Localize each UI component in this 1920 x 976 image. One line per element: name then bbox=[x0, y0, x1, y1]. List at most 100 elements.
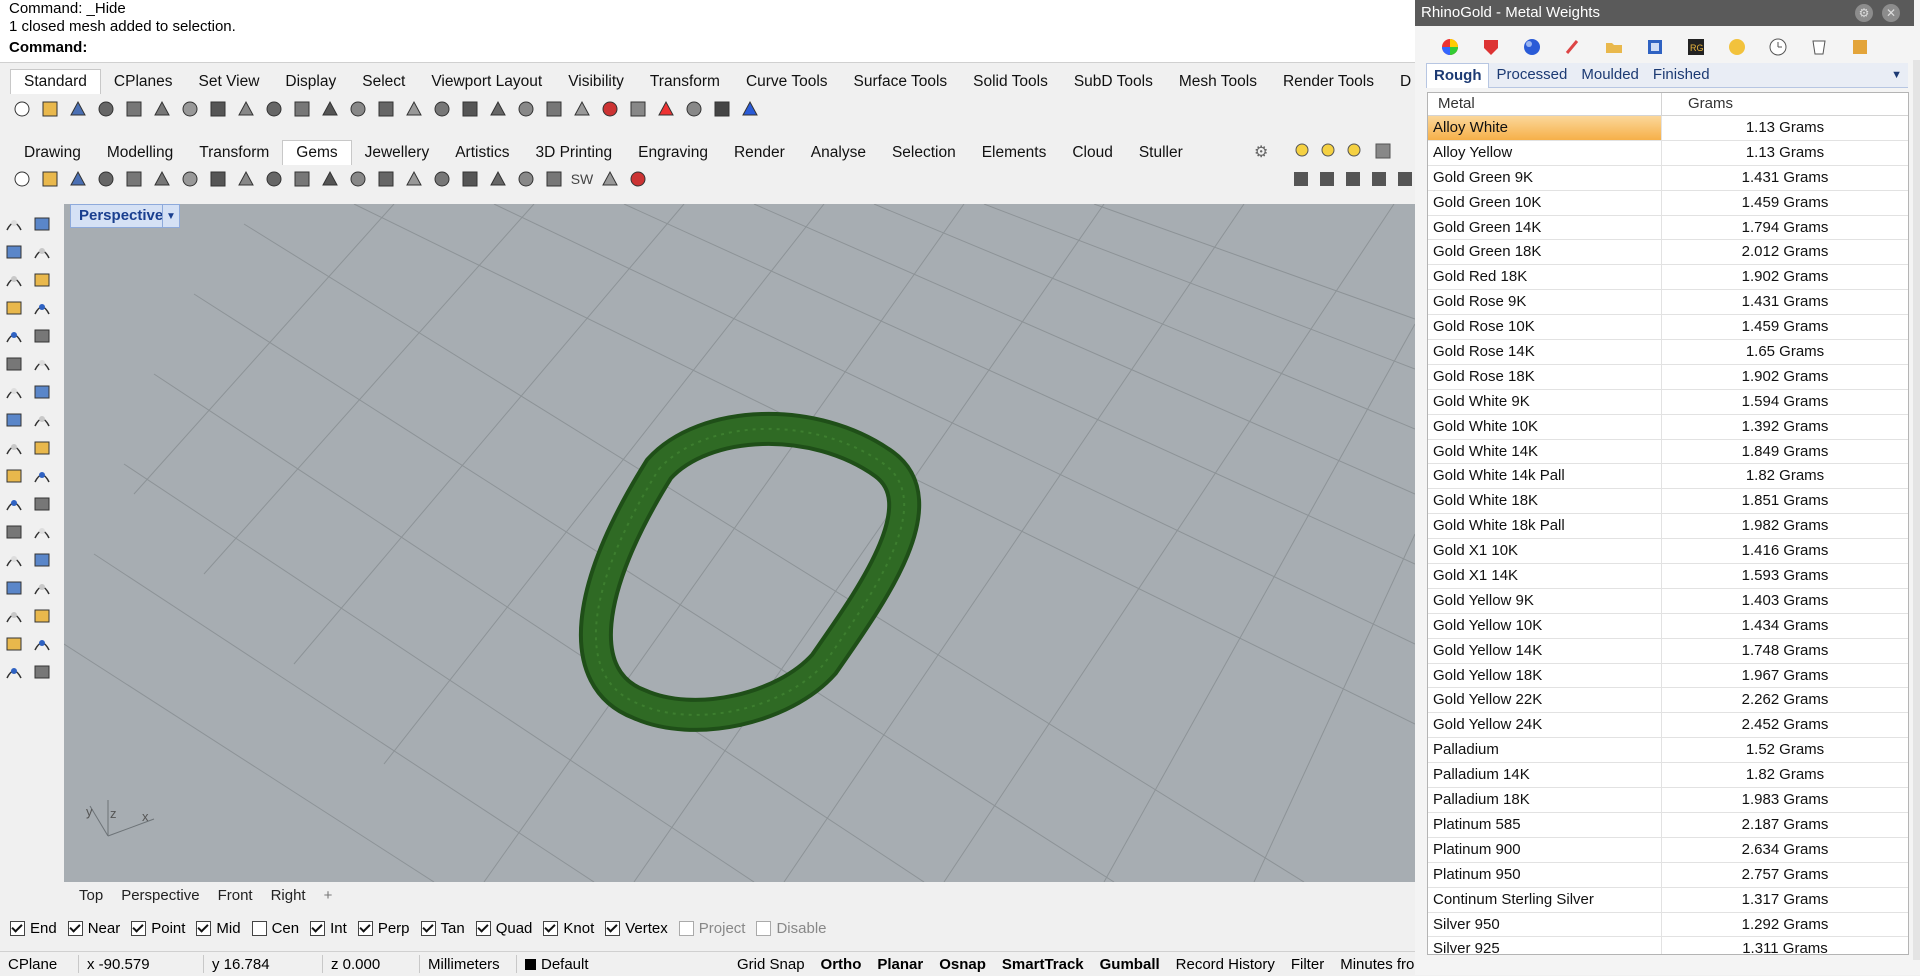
document-icon[interactable] bbox=[1634, 34, 1675, 60]
left-tool-icon-30[interactable] bbox=[0, 630, 28, 658]
sphere-icon[interactable] bbox=[1511, 34, 1552, 60]
standard-toolbar-icon-1[interactable] bbox=[36, 95, 64, 123]
standard-toolbar-icon-24[interactable] bbox=[680, 95, 708, 123]
toolbar-tab-2[interactable]: Set View bbox=[186, 70, 273, 94]
viewport-title[interactable]: Perspective bbox=[70, 204, 173, 228]
left-tool-icon-8[interactable] bbox=[0, 322, 28, 350]
table-row[interactable]: Gold Green 10K 1.459 Grams bbox=[1428, 190, 1908, 216]
standard-toolbar-icon-8[interactable] bbox=[232, 95, 260, 123]
left-tool-icon-1[interactable] bbox=[28, 210, 56, 238]
table-row[interactable]: Palladium 14K 1.82 Grams bbox=[1428, 763, 1908, 789]
plugin-toolbar-icon-10[interactable] bbox=[288, 165, 316, 193]
standard-toolbar-icon-19[interactable] bbox=[540, 95, 568, 123]
table-row[interactable]: Gold Green 9K 1.431 Grams bbox=[1428, 165, 1908, 191]
left-tool-icon-32[interactable] bbox=[0, 658, 28, 686]
toolbar-tab-5[interactable]: Viewport Layout bbox=[418, 70, 555, 94]
left-tool-icon-7[interactable] bbox=[28, 294, 56, 322]
left-tool-icon-24[interactable] bbox=[0, 546, 28, 574]
table-row[interactable]: Gold Green 18K 2.012 Grams bbox=[1428, 240, 1908, 266]
osnap-checkbox[interactable] bbox=[357, 921, 373, 936]
table-row[interactable]: Gold White 14K 1.849 Grams bbox=[1428, 439, 1908, 465]
table-row[interactable]: Gold Rose 9K 1.431 Grams bbox=[1428, 290, 1908, 316]
table-row[interactable]: Gold Yellow 9K 1.403 Grams bbox=[1428, 588, 1908, 614]
plugin-settings-gear-icon[interactable]: ⚙ bbox=[1254, 142, 1268, 162]
plugin-tab-9[interactable]: Analyse bbox=[798, 141, 879, 165]
layer-selector[interactable]: Default bbox=[517, 956, 729, 973]
column-header-grams[interactable]: Grams bbox=[1662, 93, 1908, 115]
table-row[interactable]: Gold X1 14K 1.593 Grams bbox=[1428, 564, 1908, 589]
units-label[interactable]: Millimeters bbox=[420, 956, 516, 973]
plugin-toolbar-icon-8[interactable] bbox=[232, 165, 260, 193]
toolbar-tab-0[interactable]: Standard bbox=[10, 69, 101, 94]
viewport-tab-top[interactable]: Top bbox=[70, 884, 112, 908]
plugin-tab-8[interactable]: Render bbox=[721, 141, 798, 165]
plugin-toolbar-icon-1[interactable] bbox=[36, 165, 64, 193]
osnap-checkbox[interactable] bbox=[131, 921, 147, 936]
toolbar-tab-10[interactable]: Solid Tools bbox=[960, 70, 1061, 94]
left-tool-icon-21[interactable] bbox=[28, 490, 56, 518]
standard-toolbar-icon-9[interactable] bbox=[260, 95, 288, 123]
plugin-toolbar-icon-3[interactable] bbox=[92, 165, 120, 193]
clock-icon[interactable] bbox=[1757, 34, 1798, 60]
left-tool-icon-4[interactable] bbox=[0, 266, 28, 294]
plugin-toolbar-icon-20[interactable] bbox=[596, 165, 624, 193]
gumball-toggle[interactable]: Gumball bbox=[1092, 956, 1168, 973]
plugin-toolbar-icon-13[interactable] bbox=[372, 165, 400, 193]
toolbar-tab-3[interactable]: Display bbox=[272, 70, 349, 94]
left-tool-icon-0[interactable] bbox=[0, 210, 28, 238]
toolbar-tab-9[interactable]: Surface Tools bbox=[841, 70, 961, 94]
standard-toolbar-icon-16[interactable] bbox=[456, 95, 484, 123]
standard-toolbar-icon-11[interactable] bbox=[316, 95, 344, 123]
standard-toolbar-icon-26[interactable] bbox=[736, 95, 764, 123]
left-tool-icon-19[interactable] bbox=[28, 462, 56, 490]
standard-toolbar-icon-22[interactable] bbox=[624, 95, 652, 123]
plugin-toolbar-icon-21[interactable] bbox=[624, 165, 652, 193]
left-tool-icon-17[interactable] bbox=[28, 434, 56, 462]
table-row[interactable]: Gold White 14k Pall 1.82 Grams bbox=[1428, 464, 1908, 490]
toolbar-tab-1[interactable]: CPlanes bbox=[101, 70, 186, 94]
left-tool-icon-25[interactable] bbox=[28, 546, 56, 574]
left-tool-icon-31[interactable] bbox=[28, 630, 56, 658]
table-row[interactable]: Gold White 9K 1.594 Grams bbox=[1428, 389, 1908, 415]
plugin-toolbar-icon-5[interactable] bbox=[148, 165, 176, 193]
table-row[interactable]: Gold Rose 10K 1.459 Grams bbox=[1428, 315, 1908, 341]
toolbar-tab-13[interactable]: Render Tools bbox=[1270, 70, 1387, 94]
tabs-dropdown-icon[interactable]: ▼ bbox=[1891, 69, 1902, 81]
osnap-quad[interactable]: Quad bbox=[475, 920, 532, 937]
osnap-mid[interactable]: Mid bbox=[196, 920, 241, 937]
perspective-viewport[interactable]: y z x bbox=[64, 204, 1415, 882]
osnap-perp[interactable]: Perp bbox=[357, 920, 410, 937]
standard-toolbar-icon-14[interactable] bbox=[400, 95, 428, 123]
plugin-toolbar-icon-11[interactable] bbox=[316, 165, 344, 193]
plugin-tab-10[interactable]: Selection bbox=[879, 141, 969, 165]
standard-toolbar-icon-3[interactable] bbox=[92, 95, 120, 123]
table-row[interactable]: Platinum 585 2.187 Grams bbox=[1428, 812, 1908, 838]
standard-toolbar-icon-21[interactable] bbox=[596, 95, 624, 123]
open-folder-icon[interactable] bbox=[1593, 34, 1634, 60]
plugin-tab-7[interactable]: Engraving bbox=[625, 141, 721, 165]
osnap-knot[interactable]: Knot bbox=[543, 920, 594, 937]
osnap-int[interactable]: Int bbox=[310, 920, 347, 937]
weight-tab-rough[interactable]: Rough bbox=[1426, 62, 1490, 88]
plugin-tab-3[interactable]: Gems bbox=[282, 140, 352, 165]
plugin-tab-5[interactable]: Artistics bbox=[442, 141, 522, 165]
left-tool-icon-29[interactable] bbox=[28, 602, 56, 630]
plugin-toolbar-icon-15[interactable] bbox=[428, 165, 456, 193]
left-tool-icon-6[interactable] bbox=[0, 294, 28, 322]
plugin-toolbar-icon-17[interactable] bbox=[484, 165, 512, 193]
left-tool-icon-14[interactable] bbox=[0, 406, 28, 434]
standard-toolbar-icon-12[interactable] bbox=[344, 95, 372, 123]
osnap-checkbox[interactable] bbox=[67, 921, 83, 936]
standard-toolbar-icon-4[interactable] bbox=[120, 95, 148, 123]
left-tool-icon-9[interactable] bbox=[28, 322, 56, 350]
plugin-toolbar-icon-12[interactable] bbox=[344, 165, 372, 193]
osnap-checkbox[interactable] bbox=[756, 921, 772, 936]
left-tool-icon-22[interactable] bbox=[0, 518, 28, 546]
left-tool-icon-3[interactable] bbox=[28, 238, 56, 266]
table-row[interactable]: Gold Red 18K 1.902 Grams bbox=[1428, 265, 1908, 291]
table-row[interactable]: Continum Sterling Silver 1.317 Grams bbox=[1428, 887, 1908, 913]
gold-coin-icon[interactable] bbox=[1716, 34, 1757, 60]
panel-scrollbar[interactable] bbox=[1913, 60, 1920, 960]
table-row[interactable]: Platinum 950 2.757 Grams bbox=[1428, 862, 1908, 888]
table-row[interactable]: Gold White 10K 1.392 Grams bbox=[1428, 414, 1908, 440]
